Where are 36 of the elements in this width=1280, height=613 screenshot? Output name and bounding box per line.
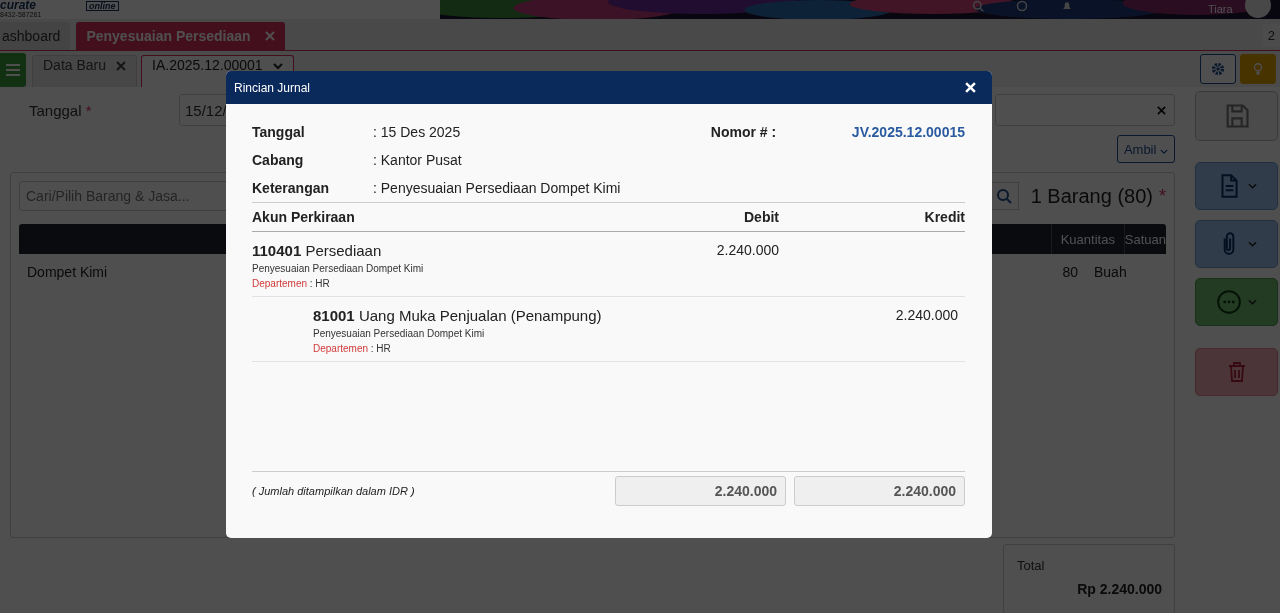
user-name: Tiara xyxy=(1208,3,1233,15)
debit-total-field: 2.240.000 xyxy=(615,476,786,506)
total-label: Total xyxy=(1017,558,1046,573)
department-text: Departemen : HR xyxy=(252,278,331,289)
column-header: Debit xyxy=(743,209,779,225)
credit-total-field: 2.240.000 xyxy=(794,476,965,506)
required-mark: * xyxy=(1159,185,1166,207)
field-value: : Penyesuaian Persediaan Dompet Kimi xyxy=(373,180,621,196)
field-value: : Kantor Pusat xyxy=(373,152,462,168)
column-header: Akun Perkiraan xyxy=(252,209,356,225)
brand-logo-text: curate xyxy=(0,0,37,11)
column-header: Satuan xyxy=(1123,224,1166,254)
field-label: Cabang xyxy=(252,152,305,168)
total-value: Rp 2.240.000 xyxy=(1077,581,1162,597)
field-value: : 15 Des 2025 xyxy=(373,124,461,140)
account-name: 81001 Uang Muka Penjualan (Penampung) xyxy=(313,307,603,324)
table-cell: Dompet Kimi xyxy=(27,264,108,280)
table-cell-text: Buah xyxy=(1093,264,1128,280)
table-cell-text: 80 xyxy=(1061,264,1079,280)
required-mark: * xyxy=(85,101,92,119)
credit-amount: 2.240.000 xyxy=(894,307,959,325)
journal-number: JV.2025.12.00015 xyxy=(851,124,965,140)
currency-note: ( Jumlah ditampilkan dalam IDR ) xyxy=(252,485,415,497)
number-label: Nomor # : xyxy=(710,124,778,140)
department-text: Departemen : HR xyxy=(313,343,392,354)
brand-subtitle: online xyxy=(86,1,119,11)
field-label: Keterangan xyxy=(252,180,331,196)
column-header: Kredit xyxy=(923,209,965,225)
date-label: Tanggal xyxy=(29,101,82,119)
entry-memo: Penyesuaian Persediaan Dompet Kimi xyxy=(252,263,425,274)
item-count: 1 Barang (80) xyxy=(1030,184,1153,208)
debit-amount: 2.240.000 xyxy=(715,242,779,260)
column-header: Kuantitas xyxy=(1050,224,1124,254)
account-name: 110401 Persediaan xyxy=(252,242,383,259)
field-label: Tanggal xyxy=(252,124,306,140)
entry-memo: Penyesuaian Persediaan Dompet Kimi xyxy=(313,328,486,339)
